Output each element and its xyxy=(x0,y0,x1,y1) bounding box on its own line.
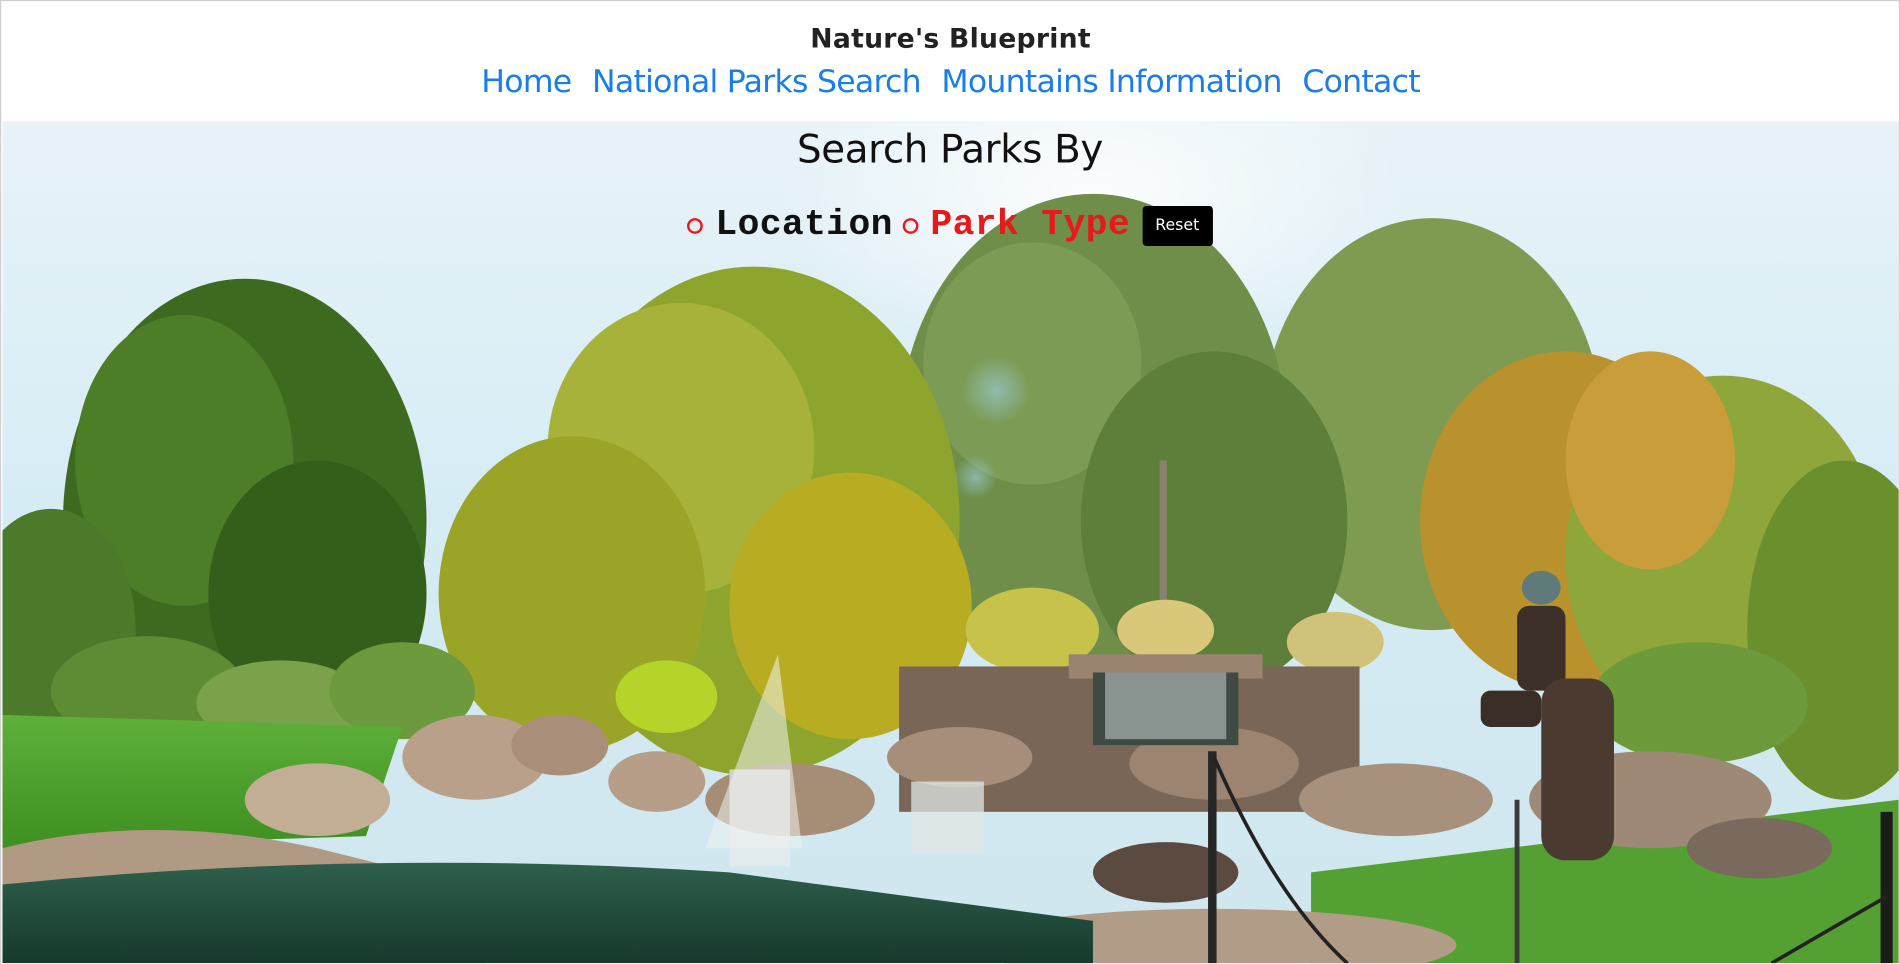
nav-link-home[interactable]: Home xyxy=(481,64,572,100)
nav-link-contact[interactable]: Contact xyxy=(1302,64,1420,100)
page: Nature's Blueprint Home National Parks S… xyxy=(0,0,1900,964)
search-options: Location Park Type Reset xyxy=(1,205,1899,246)
location-radio-option[interactable]: Location xyxy=(687,205,893,246)
park-type-radio-button[interactable] xyxy=(902,217,919,234)
location-radio-button[interactable] xyxy=(687,217,704,234)
park-waterfall-scene xyxy=(2,121,1899,964)
site-header: Nature's Blueprint Home National Parks S… xyxy=(2,2,1899,122)
nav-link-mountains-information[interactable]: Mountains Information xyxy=(941,64,1282,100)
location-radio-label[interactable]: Location xyxy=(715,205,892,246)
hero-background-image xyxy=(2,121,1899,964)
nav-link-national-parks-search[interactable]: National Parks Search xyxy=(592,64,922,100)
site-title: Nature's Blueprint xyxy=(810,24,1091,55)
park-type-radio-label[interactable]: Park Type xyxy=(930,205,1130,246)
park-type-radio-option[interactable]: Park Type xyxy=(902,205,1130,246)
search-heading: Search Parks By xyxy=(796,126,1103,173)
reset-button[interactable]: Reset xyxy=(1142,205,1213,246)
main-nav: Home National Parks Search Mountains Inf… xyxy=(2,64,1898,100)
